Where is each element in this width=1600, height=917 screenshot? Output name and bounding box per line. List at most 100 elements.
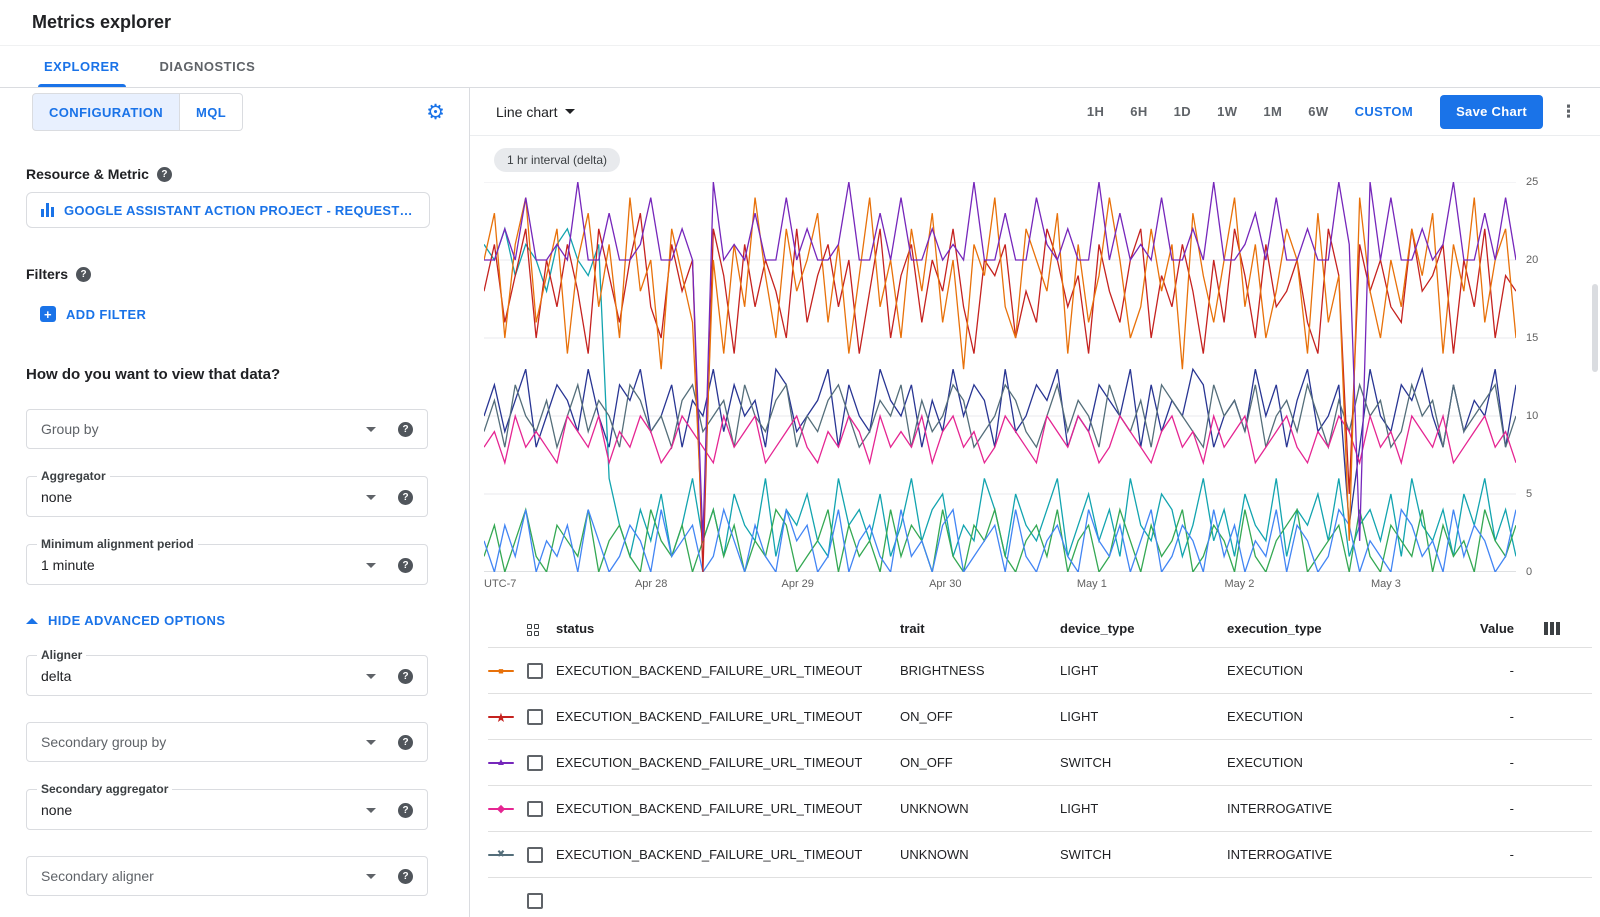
- aligner-select[interactable]: Aligner delta ?: [26, 648, 428, 696]
- vertical-scrollbar[interactable]: [1592, 284, 1598, 372]
- series-line-on_off-switch-execution: [484, 182, 1516, 541]
- chart-toolbar: Line chart 1H6H1D1W1M6W CUSTOM Save Char…: [470, 88, 1600, 136]
- chevron-down-icon: [565, 109, 575, 114]
- secondary-aligner-placeholder: Secondary aligner: [41, 868, 154, 884]
- column-settings-icon[interactable]: [1544, 622, 1560, 635]
- filters-section: Filters ?: [26, 266, 469, 282]
- plus-icon: +: [40, 306, 56, 322]
- bar-chart-icon: [41, 203, 54, 217]
- triangle-series-marker-icon: ▲: [488, 756, 514, 770]
- y-tick-label: 5: [1526, 488, 1532, 500]
- chevron-down-icon: [366, 740, 376, 745]
- resource-metric-label: Resource & Metric: [26, 166, 149, 182]
- y-tick-label: 15: [1526, 332, 1538, 344]
- cell-value: -: [1456, 709, 1544, 724]
- cell-status: EXECUTION_BACKEND_FAILURE_URL_TIMEOUT: [556, 663, 900, 678]
- selected-metric-chip[interactable]: GOOGLE ASSISTANT ACTION PROJECT - REQUES…: [26, 192, 430, 228]
- help-icon[interactable]: ?: [398, 869, 413, 884]
- cell-execution-type: EXECUTION: [1227, 755, 1456, 770]
- time-range-6h-button[interactable]: 6H: [1117, 96, 1160, 127]
- cell-trait: UNKNOWN: [900, 801, 1060, 816]
- secondary-aggregator-label: Secondary aggregator: [37, 782, 172, 796]
- resource-metric-section: Resource & Metric ?: [26, 166, 469, 182]
- cell-execution-type: INTERROGATIVE: [1227, 801, 1456, 816]
- min-alignment-label: Minimum alignment period: [37, 537, 198, 551]
- chevron-down-icon: [366, 427, 376, 432]
- table-header: status trait device_type execution_type …: [488, 610, 1592, 648]
- star-series-marker-icon: ★: [488, 710, 514, 724]
- table-row: ✖EXECUTION_BACKEND_FAILURE_URL_TIMEOUTUN…: [488, 832, 1592, 878]
- cell-device-type: SWITCH: [1060, 755, 1227, 770]
- secondary-aggregator-select[interactable]: Secondary aggregator none ?: [26, 782, 428, 830]
- line-chart-svg: [484, 182, 1516, 572]
- row-checkbox[interactable]: [527, 709, 543, 725]
- secondary-group-by-select[interactable]: Secondary group by ?: [26, 722, 428, 762]
- y-tick-label: 10: [1526, 410, 1538, 422]
- help-icon[interactable]: ?: [398, 735, 413, 750]
- time-range-custom-button[interactable]: CUSTOM: [1342, 96, 1427, 127]
- col-header-trait: trait: [900, 621, 1060, 636]
- cell-device-type: LIGHT: [1060, 709, 1227, 724]
- cell-trait: BRIGHTNESS: [900, 663, 1060, 678]
- help-icon[interactable]: ?: [398, 422, 413, 437]
- help-icon[interactable]: ?: [76, 267, 91, 282]
- chevron-down-icon: [366, 495, 376, 500]
- help-icon[interactable]: ?: [398, 490, 413, 505]
- square-series-marker-icon: ■: [488, 664, 514, 678]
- time-range-1w-button[interactable]: 1W: [1204, 96, 1250, 127]
- help-icon[interactable]: ?: [157, 167, 172, 182]
- table-row: ■ EXECUTION_BACKEND_FAILURE_URL_TIMEOUTBR…: [488, 648, 1592, 694]
- help-icon[interactable]: ?: [398, 803, 413, 818]
- chart-area: 0510152025: [470, 182, 1600, 572]
- help-icon[interactable]: ?: [398, 558, 413, 573]
- add-filter-button[interactable]: + ADD FILTER: [40, 306, 469, 322]
- hide-advanced-options-toggle[interactable]: HIDE ADVANCED OPTIONS: [26, 613, 469, 628]
- time-range-6w-button[interactable]: 6W: [1295, 96, 1341, 127]
- configuration-mode-button[interactable]: CONFIGURATION: [32, 93, 180, 131]
- tab-explorer[interactable]: EXPLORER: [24, 46, 140, 87]
- panel-toolbar: CONFIGURATION MQL ⚙: [0, 92, 469, 132]
- group-by-select[interactable]: Group by ?: [26, 409, 428, 449]
- save-chart-button[interactable]: Save Chart: [1440, 95, 1543, 129]
- gear-icon[interactable]: ⚙: [426, 102, 445, 123]
- mql-mode-button[interactable]: MQL: [180, 93, 243, 131]
- col-header-value: Value: [1456, 621, 1544, 636]
- min-alignment-select[interactable]: Minimum alignment period 1 minute ?: [26, 537, 428, 585]
- time-range-1h-button[interactable]: 1H: [1074, 96, 1117, 127]
- filters-label: Filters: [26, 266, 68, 282]
- cell-value: -: [1456, 755, 1544, 770]
- secondary-aligner-select[interactable]: Secondary aligner ?: [26, 856, 428, 896]
- page-header: Metrics explorer: [0, 0, 1600, 46]
- time-range-1m-button[interactable]: 1M: [1250, 96, 1295, 127]
- row-checkbox[interactable]: [527, 755, 543, 771]
- chart-type-select[interactable]: Line chart: [496, 104, 575, 120]
- cell-status: EXECUTION_BACKEND_FAILURE_URL_TIMEOUT: [556, 755, 900, 770]
- x-tick-label: UTC-7: [484, 578, 516, 590]
- x-tick-label: Apr 28: [635, 578, 667, 590]
- table-body: ■EXECUTION_BACKEND_FAILURE_URL_TIMEOUTBR…: [488, 648, 1592, 878]
- table-row-partial: [488, 878, 1592, 917]
- help-icon[interactable]: ?: [398, 669, 413, 684]
- cell-value: -: [1456, 801, 1544, 816]
- more-options-icon[interactable]: ⋮: [1551, 99, 1586, 124]
- cell-value: -: [1456, 663, 1544, 678]
- tab-diagnostics[interactable]: DIAGNOSTICS: [140, 46, 276, 87]
- select-series-icon[interactable]: [527, 624, 539, 636]
- cell-execution-type: INTERROGATIVE: [1227, 847, 1456, 862]
- aggregator-select[interactable]: Aggregator none ?: [26, 469, 428, 517]
- row-checkbox[interactable]: [527, 801, 543, 817]
- row-checkbox[interactable]: [527, 893, 543, 909]
- cell-device-type: LIGHT: [1060, 801, 1227, 816]
- content: CONFIGURATION MQL ⚙ Resource & Metric ? …: [0, 88, 1600, 917]
- cell-trait: UNKNOWN: [900, 847, 1060, 862]
- x-tick-label: Apr 30: [929, 578, 961, 590]
- aligner-label: Aligner: [37, 648, 86, 662]
- row-checkbox[interactable]: [527, 847, 543, 863]
- aggregator-label: Aggregator: [37, 469, 110, 483]
- time-range-1d-button[interactable]: 1D: [1161, 96, 1204, 127]
- chevron-up-icon: [26, 618, 38, 624]
- cell-trait: ON_OFF: [900, 709, 1060, 724]
- min-alignment-value: 1 minute: [41, 557, 95, 573]
- row-checkbox[interactable]: [527, 663, 543, 679]
- page-title: Metrics explorer: [32, 12, 171, 33]
